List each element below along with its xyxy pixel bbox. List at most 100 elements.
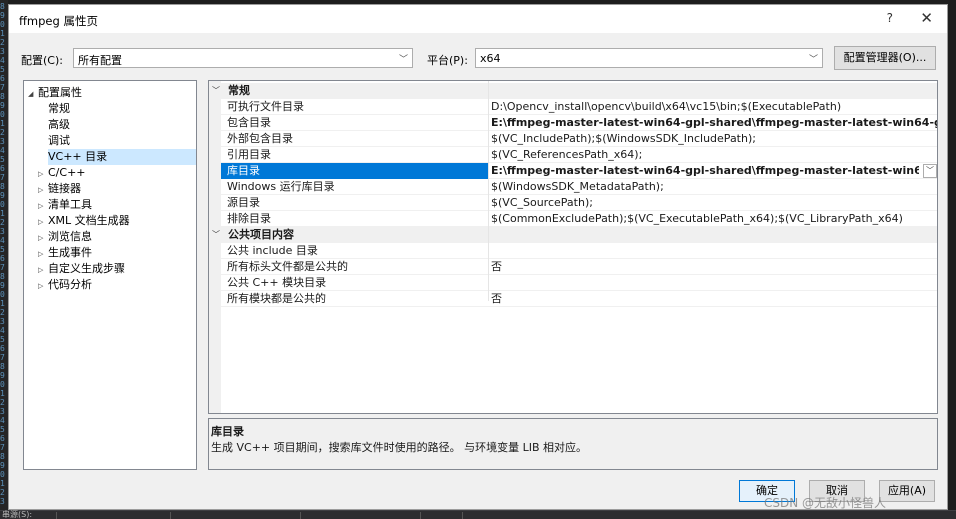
ide-line-number: 1	[0, 119, 5, 128]
apply-button[interactable]: 应用(A)	[879, 480, 935, 502]
property-pages-dialog: ffmpeg 属性页 ? ✕ 配置(C): 所有配置 ﹀ 平台(P): x64 …	[8, 4, 948, 510]
chevron-down-icon: ﹀	[398, 55, 408, 65]
chevron-down-icon[interactable]: ﹀	[212, 83, 220, 99]
property-row[interactable]: 公共 include 目录	[221, 243, 937, 259]
expand-arrow-icon[interactable]: ▷	[38, 214, 48, 230]
property-row[interactable]: 源目录 $(VC_SourcePath);	[221, 195, 937, 211]
ide-line-number: 7	[0, 173, 5, 182]
property-value[interactable]: $(VC_SourcePath);	[491, 195, 937, 211]
tree-item-label: 配置属性	[38, 86, 82, 99]
property-value[interactable]: $(VC_ReferencesPath_x64);	[491, 147, 937, 163]
expand-arrow-icon[interactable]: ▷	[38, 278, 48, 294]
property-row[interactable]: 所有标头文件都是公共的 否	[221, 259, 937, 275]
config-select[interactable]: 所有配置 ﹀	[73, 48, 413, 68]
ide-line-number: 5	[0, 155, 5, 164]
ide-line-number: 9	[0, 461, 5, 470]
property-name: 外部包含目录	[227, 132, 293, 145]
property-row[interactable]: 公共 C++ 模块目录	[221, 275, 937, 291]
ide-line-number-gutter: 8901234567890123456789012345678901234567…	[0, 0, 8, 519]
ide-line-number: 1	[0, 389, 5, 398]
property-row[interactable]: 可执行文件目录 D:\Opencv_install\opencv\build\x6…	[221, 99, 937, 115]
tree-item-label: 常规	[48, 102, 70, 115]
tree-item[interactable]: 常规	[48, 101, 74, 117]
property-row[interactable]: 库目录 E:\ffmpeg-master-latest-win64-gpl-sha…	[221, 163, 937, 179]
watermark-text: CSDN @无敌小怪兽人	[764, 496, 887, 510]
property-value[interactable]: $(CommonExcludePath);$(VC_ExecutablePath…	[491, 211, 937, 227]
description-text: 生成 VC++ 项目期间，搜索库文件时使用的路径。 与环境变量 LIB 相对应。	[211, 441, 588, 454]
tree-item[interactable]: ▷ 代码分析	[38, 277, 96, 293]
tree-item[interactable]: ▷ 清单工具	[38, 197, 96, 213]
property-name: 包含目录	[227, 116, 271, 129]
tree-item[interactable]: ▷ 自定义生成步骤	[38, 261, 129, 277]
help-button[interactable]: ?	[887, 11, 893, 25]
property-name: 公共 C++ 模块目录	[227, 276, 327, 289]
ide-line-number: 5	[0, 335, 5, 344]
ide-divider	[420, 512, 421, 519]
tree-item[interactable]: 调试	[48, 133, 74, 149]
dropdown-chevron-icon[interactable]: ﹀	[923, 164, 937, 178]
property-value[interactable]: $(VC_IncludePath);$(WindowsSDK_IncludePa…	[491, 131, 937, 147]
expand-arrow-icon[interactable]: ▷	[38, 198, 48, 214]
config-label: 配置(C):	[21, 54, 63, 67]
ide-line-number: 7	[0, 83, 5, 92]
property-value[interactable]: E:\ffmpeg-master-latest-win64-gpl-shared…	[491, 163, 919, 179]
collapse-arrow-icon[interactable]: ◢	[28, 86, 38, 102]
ide-line-number: 3	[0, 227, 5, 236]
ide-line-number: 2	[0, 218, 5, 227]
ide-line-number: 9	[0, 371, 5, 380]
ide-line-number: 1	[0, 29, 5, 38]
tree-item[interactable]: VC++ 目录	[48, 149, 196, 165]
property-name: 所有标头文件都是公共的	[227, 260, 348, 273]
property-row[interactable]: 包含目录 E:\ffmpeg-master-latest-win64-gpl-sh…	[221, 115, 937, 131]
ide-line-number: 2	[0, 308, 5, 317]
title-bar: ffmpeg 属性页 ? ✕	[9, 5, 947, 33]
grid-category-label: 公共项目内容	[228, 228, 294, 241]
tree-item[interactable]: ▷ 生成事件	[38, 245, 96, 261]
property-row[interactable]: 引用目录 $(VC_ReferencesPath_x64);	[221, 147, 937, 163]
ide-line-number: 9	[0, 101, 5, 110]
close-icon[interactable]: ✕	[920, 9, 933, 27]
ide-line-number: 3	[0, 47, 5, 56]
ide-divider	[170, 512, 171, 519]
tree-item-label: 代码分析	[48, 278, 92, 291]
property-name: 库目录	[221, 163, 489, 179]
grid-category[interactable]: ﹀ 公共项目内容	[209, 227, 937, 243]
expand-arrow-icon[interactable]: ▷	[38, 246, 48, 262]
description-panel: 库目录 生成 VC++ 项目期间，搜索库文件时使用的路径。 与环境变量 LIB …	[208, 418, 938, 470]
tree-item[interactable]: 高级	[48, 117, 74, 133]
ide-line-number: 6	[0, 254, 5, 263]
ide-line-number: 8	[0, 272, 5, 281]
configuration-manager-button[interactable]: 配置管理器(O)...	[834, 46, 936, 70]
ide-line-number: 8	[0, 2, 5, 11]
tree-item[interactable]: ▷ C/C++	[38, 165, 90, 181]
column-divider[interactable]	[488, 81, 489, 301]
chevron-down-icon[interactable]: ﹀	[212, 227, 220, 243]
property-row[interactable]: 所有模块都是公共的 否	[221, 291, 937, 307]
property-value[interactable]: 否	[491, 259, 937, 275]
property-value[interactable]: 否	[491, 291, 937, 307]
ide-line-number: 8	[0, 452, 5, 461]
ide-line-number: 8	[0, 362, 5, 371]
expand-arrow-icon[interactable]: ▷	[38, 230, 48, 246]
property-value[interactable]: D:\Opencv_install\opencv\build\x64\vc15\…	[491, 99, 937, 115]
grid-category[interactable]: ﹀ 常规	[209, 83, 937, 99]
ide-divider	[56, 512, 57, 519]
expand-arrow-icon[interactable]: ▷	[38, 262, 48, 278]
expand-arrow-icon[interactable]: ▷	[38, 182, 48, 198]
ide-line-number: 0	[0, 380, 5, 389]
ide-line-number: 3	[0, 497, 5, 506]
platform-select[interactable]: x64 ﹀	[475, 48, 823, 68]
ide-line-number: 5	[0, 425, 5, 434]
tree-item[interactable]: ▷ 浏览信息	[38, 229, 96, 245]
property-row[interactable]: 外部包含目录 $(VC_IncludePath);$(WindowsSDK_Inc…	[221, 131, 937, 147]
property-name: 引用目录	[227, 148, 271, 161]
property-value[interactable]: E:\ffmpeg-master-latest-win64-gpl-shared…	[491, 115, 937, 131]
property-row[interactable]: Windows 运行库目录 $(WindowsSDK_MetadataPath);	[221, 179, 937, 195]
tree-item[interactable]: ▷ XML 文档生成器	[38, 213, 134, 229]
tree-item-label: 链接器	[48, 182, 81, 195]
tree-item[interactable]: ▷ 链接器	[38, 181, 85, 197]
tree-item[interactable]: ◢ 配置属性	[28, 85, 86, 101]
property-value[interactable]: $(WindowsSDK_MetadataPath);	[491, 179, 937, 195]
property-row[interactable]: 排除目录 $(CommonExcludePath);$(VC_Executable…	[221, 211, 937, 227]
expand-arrow-icon[interactable]: ▷	[38, 166, 48, 182]
